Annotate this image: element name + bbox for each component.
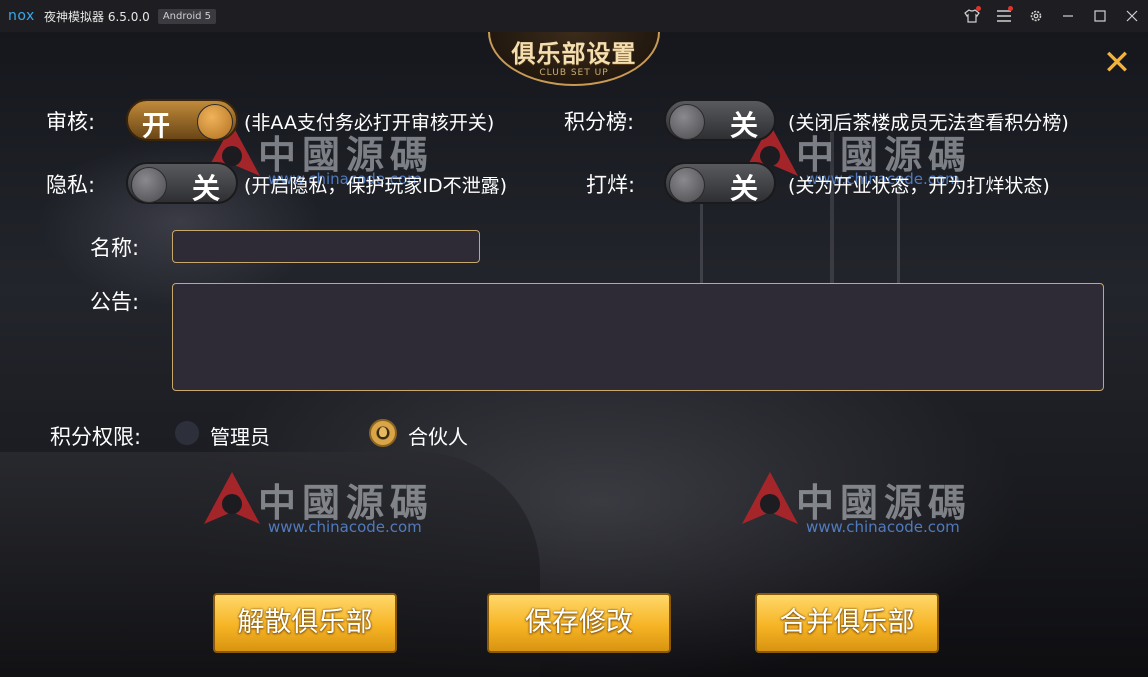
radio-admin[interactable] (173, 419, 201, 447)
notice-textarea[interactable] (172, 283, 1104, 391)
android-version-badge: Android 5 (157, 8, 217, 24)
maximize-icon[interactable] (1084, 0, 1116, 32)
nox-logo: nox (8, 8, 35, 24)
header-plaque: 俱乐部设置 CLUB SET UP (488, 32, 660, 86)
name-label: 名称: (90, 236, 140, 260)
audit-toggle[interactable]: 开 (126, 99, 238, 142)
leaderboard-description: (关闭后茶楼成员无法查看积分榜) (788, 112, 1069, 134)
toggle-knob-icon (197, 104, 233, 140)
merge-club-button[interactable]: 合并俱乐部 (755, 593, 939, 653)
page-subtitle: CLUB SET UP (539, 68, 609, 78)
gear-icon[interactable] (1020, 0, 1052, 32)
audit-label: 审核: (46, 110, 96, 134)
closing-description: (关为开业状态，开为打烊状态) (788, 175, 1050, 197)
toggle-knob-icon (131, 167, 167, 203)
dissolve-club-button[interactable]: 解散俱乐部 (213, 593, 397, 653)
menu-icon[interactable] (988, 0, 1020, 32)
audit-description: (非AA支付务必打开审核开关) (244, 112, 495, 134)
privacy-toggle-state: 关 (191, 172, 220, 205)
save-changes-button[interactable]: 保存修改 (487, 593, 671, 653)
page-title: 俱乐部设置 (511, 40, 637, 68)
permission-label: 积分权限: (50, 425, 142, 449)
minimize-icon[interactable] (1052, 0, 1084, 32)
audit-toggle-state: 开 (142, 109, 171, 142)
name-input[interactable] (172, 230, 480, 263)
radio-partner[interactable] (369, 419, 397, 447)
closing-label: 打烊: (586, 173, 636, 197)
close-icon[interactable] (1116, 0, 1148, 32)
close-button[interactable]: ✕ (1100, 46, 1134, 82)
shirt-icon[interactable] (956, 0, 988, 32)
club-settings-panel: 中國源碼 www.chinacode.com 中國源碼 www.chinacod… (0, 32, 1148, 677)
leaderboard-label: 积分榜: (564, 110, 635, 134)
emulator-titlebar: nox 夜神模拟器 6.5.0.0 Android 5 (0, 0, 1148, 32)
closing-toggle-state: 关 (729, 172, 758, 205)
closing-toggle[interactable]: 关 (664, 162, 776, 205)
radio-partner-label: 合伙人 (408, 425, 468, 449)
radio-admin-label: 管理员 (210, 425, 270, 449)
app-title: 夜神模拟器 6.5.0.0 (44, 9, 150, 24)
notice-label: 公告: (90, 290, 140, 314)
titlebar-controls (956, 0, 1148, 32)
privacy-label: 隐私: (46, 173, 96, 197)
toggle-knob-icon (669, 104, 705, 140)
toggle-knob-icon (669, 167, 705, 203)
leaderboard-toggle-state: 关 (729, 109, 758, 142)
privacy-toggle[interactable]: 关 (126, 162, 238, 205)
leaderboard-toggle[interactable]: 关 (664, 99, 776, 142)
privacy-description: (开启隐私，保护玩家ID不泄露) (244, 175, 508, 197)
